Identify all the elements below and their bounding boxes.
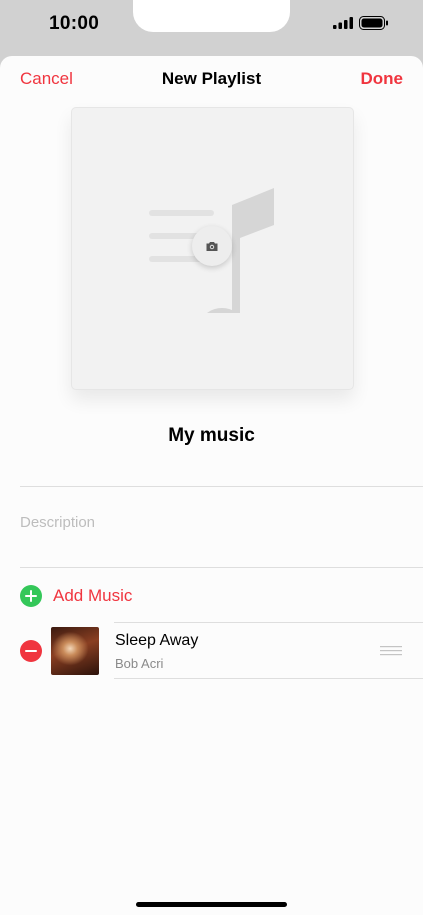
plus-circle-icon — [20, 585, 42, 607]
home-indicator — [136, 902, 287, 907]
battery-icon — [359, 16, 388, 30]
playlist-name-field[interactable]: My music — [0, 425, 423, 447]
description-field[interactable]: Description — [20, 514, 95, 531]
divider — [20, 567, 423, 568]
minus-circle-icon[interactable] — [20, 640, 42, 662]
divider — [114, 678, 423, 679]
album-artwork — [51, 627, 99, 675]
status-icons — [333, 16, 389, 30]
drag-handle-icon[interactable] — [380, 645, 402, 657]
track-title: Sleep Away — [115, 632, 199, 649]
navigation-bar: Cancel New Playlist Done — [0, 56, 423, 100]
status-time: 10:00 — [49, 13, 100, 34]
new-playlist-sheet: Cancel New Playlist Done My music Descri… — [0, 56, 423, 915]
done-button[interactable]: Done — [361, 69, 404, 89]
cellular-signal-icon — [333, 17, 353, 29]
divider — [20, 486, 423, 487]
notch — [133, 0, 290, 32]
track-row[interactable]: Sleep Away Bob Acri — [0, 622, 423, 680]
camera-icon — [206, 241, 218, 251]
add-music-button[interactable]: Add Music — [20, 585, 132, 607]
status-bar: 10:00 — [0, 0, 423, 56]
track-artist: Bob Acri — [115, 656, 164, 671]
add-music-label: Add Music — [53, 586, 133, 605]
playlist-artwork[interactable] — [71, 107, 354, 390]
change-artwork-button[interactable] — [192, 226, 232, 266]
